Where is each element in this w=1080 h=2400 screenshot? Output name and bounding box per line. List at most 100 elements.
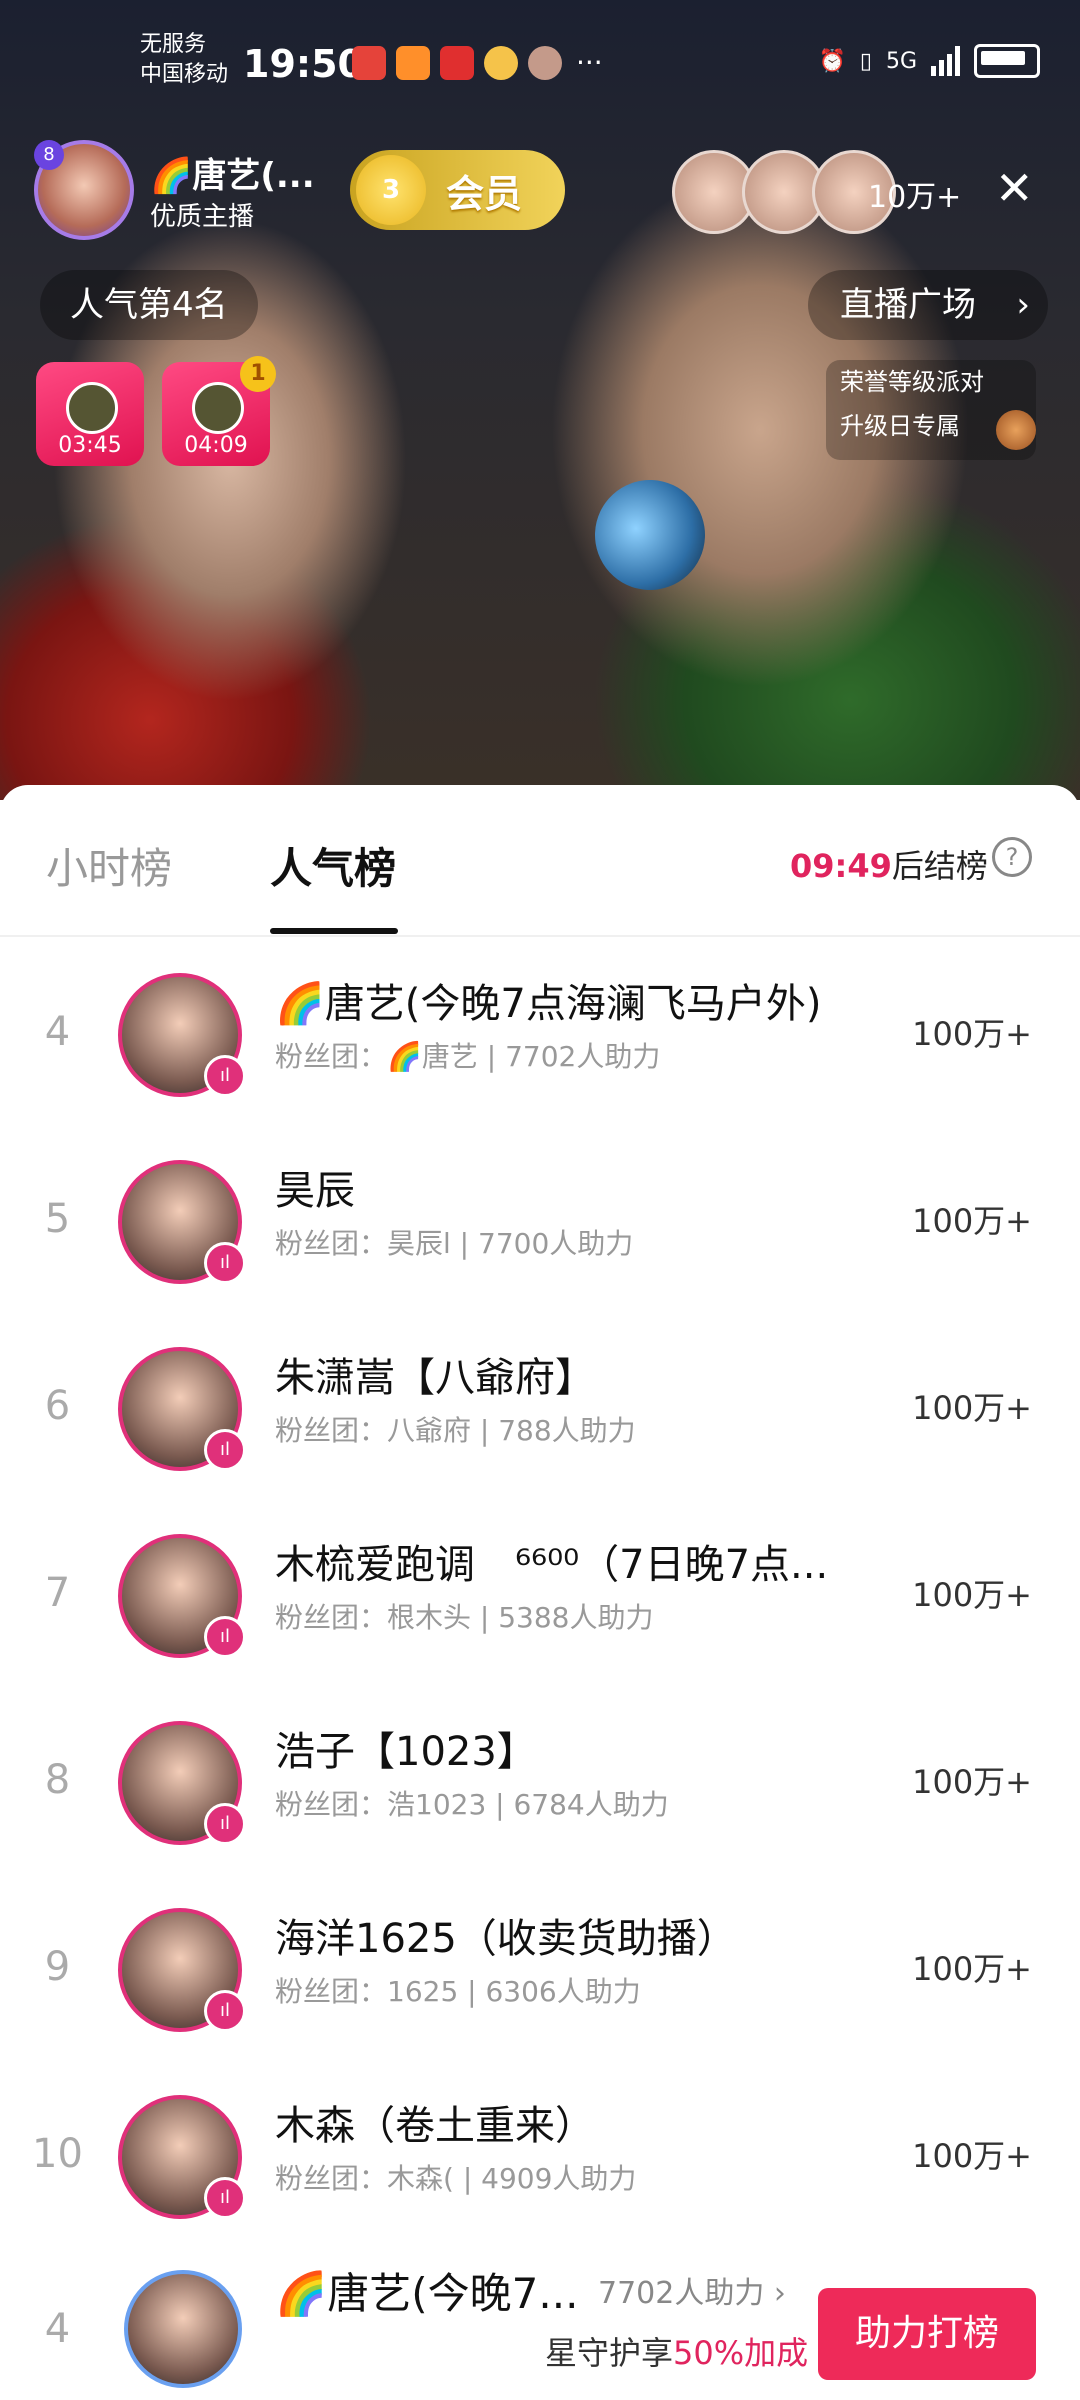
support-count-link[interactable]: 7702人助力 › [598,2268,786,2312]
close-icon[interactable]: ✕ [995,163,1034,213]
countdown-time: 09:49 [790,847,892,885]
ranking-tabs: 小时榜 人气榜 09:49后结榜 ? [0,785,1080,937]
live-plaza-button[interactable]: 直播广场 › [808,270,1048,340]
table-row[interactable]: 5 ıl 昊辰 粉丝团：昊辰l | 7700人助力 100万+ [0,1152,1080,1339]
tip-highlight: 50%加成 [673,2334,809,2372]
level-icon: ıl [204,1990,246,2032]
app-notification-icon [484,46,518,80]
avatar[interactable]: ıl [118,1721,246,1845]
avatar[interactable]: ıl [118,1908,246,2032]
level-icon: ıl [204,1803,246,1845]
viewer-avatars[interactable] [672,150,896,234]
system-indicators: ⏰ ▯ 5G [818,44,1040,78]
table-row[interactable]: 9 ıl 海洋1625（收卖货助播） 粉丝团：1625 | 6306人助力 10… [0,1900,1080,2087]
chevron-right-icon: › [1016,285,1030,325]
table-row[interactable]: 8 ıl 浩子【1023】 粉丝团：浩1023 | 6784人助力 100万+ [0,1713,1080,1900]
avatar[interactable]: ıl [118,1347,246,1471]
fan-club-info: 粉丝团：1625 | 6306人助力 [275,1975,641,2008]
shopping-app-icon-2 [440,46,474,80]
rank-number: 7 [44,1570,71,1616]
viewer-count[interactable]: 10万+ [868,172,961,216]
battery-icon [974,44,1040,78]
alarm-icon: ⏰ [818,48,846,74]
popularity-value: 100万+ [912,1576,1032,1614]
avatar[interactable]: ıl [118,2095,246,2219]
huawei-app-icon [352,46,386,80]
heart-icon: 3 [356,155,426,225]
table-row[interactable]: 7 ıl 木梳爱跑调 ⁶⁶⁰⁰（7日晚7点... 粉丝团：根木头 | 5388人… [0,1526,1080,1713]
fans-club-button[interactable]: 3 会员 [350,150,565,230]
gift-count-badge: 1 [240,356,276,392]
level-icon: ıl [204,1055,246,1097]
tab-popular[interactable]: 人气榜 [270,835,396,896]
rank-number: 10 [32,2131,83,2177]
rank-number: 4 [44,1009,71,1055]
rank-number: 9 [44,1944,71,1990]
carrier-line2: 中国移动 [140,62,229,87]
avatar[interactable] [124,2270,242,2388]
carrier-line1: 无服务 [140,32,207,57]
table-row[interactable]: 6 ıl 朱潇嵩【八爺府】 粉丝团：八爺府 | 788人助力 100万+ [0,1339,1080,1526]
signal-icon [931,46,960,76]
avatar-notification-icon [528,46,562,80]
streamer-name: 昊辰 [275,1168,355,1214]
fan-club-info: 粉丝团：昊辰l | 7700人助力 [275,1227,634,1260]
gift-timer: 03:45 [58,433,122,458]
countdown: 09:49后结榜 [790,841,988,887]
vip-label: 会员 [446,171,523,216]
fan-club-info: 粉丝团：🌈唐艺 | 7702人助力 [275,1040,661,1073]
streamer-name: 🌈唐艺(今晚7点海澜飞马户外) [275,981,822,1027]
popularity-value: 100万+ [912,1763,1032,1801]
table-row[interactable]: 4 ıl 🌈唐艺(今晚7点海澜飞马户外) 粉丝团：🌈唐艺 | 7702人助力 1… [0,965,1080,1152]
avatar[interactable]: ıl [118,973,246,1097]
host-level-badge: 8 [34,140,64,170]
fan-club-info: 粉丝团：八爺府 | 788人助力 [275,1414,636,1447]
tip-prefix: 星守护享 [545,2334,674,2372]
carrier-info: 无服务 中国移动 [140,30,228,90]
more-notifications-icon: ··· [576,46,603,79]
host-name[interactable]: 🌈唐艺(... [150,148,315,197]
honor-party-promo[interactable]: 荣誉等级派对 升级日专属 [826,360,1036,460]
gift-timer: 04:09 [184,433,248,458]
status-bar: 无服务 中国移动 19:50 ··· ⏰ ▯ 5G [0,0,1080,110]
promo-line1: 荣誉等级派对 [840,368,984,396]
rank-number: 4 [44,2306,71,2352]
level-icon: ıl [204,2177,246,2219]
rank-number: 8 [44,1757,71,1803]
popularity-value: 100万+ [912,1389,1032,1427]
clock: 19:50 [243,42,364,86]
help-icon[interactable]: ? [992,837,1032,877]
fan-club-info: 粉丝团：根木头 | 5388人助力 [275,1601,654,1634]
streamer-name: 海洋1625（收卖货助播） [275,1916,737,1962]
guard-bonus-tip: 星守护享50%加成 [545,2328,808,2374]
gift-avatar-icon [192,382,244,434]
current-host-footer: 4 🌈唐艺(今晚7... 7702人助力 › 星守护享50%加成 助力打榜 [0,2240,1080,2400]
host-tag: 优质主播 [150,202,255,232]
streamer-name: 木梳爱跑调 ⁶⁶⁰⁰（7日晚7点... [275,1542,829,1588]
popularity-value: 100万+ [912,1202,1032,1240]
coin-icon [996,410,1036,450]
boost-ranking-button[interactable]: 助力打榜 [818,2288,1036,2380]
popularity-value: 100万+ [912,1950,1032,1988]
vibrate-icon: ▯ [859,48,872,74]
avatar[interactable]: ıl [118,1534,246,1658]
gift-avatar-icon [66,382,118,434]
countdown-suffix: 后结榜 [891,847,988,885]
notification-icons: ··· [352,46,603,80]
gift-box-2[interactable]: 04:09 1 [162,356,276,466]
streamer-name: 木森（卷土重来） [275,2103,595,2149]
host-info[interactable]: 8 🌈唐艺(... 优质主播 [34,140,334,240]
tab-hourly[interactable]: 小时榜 [46,835,172,896]
level-icon: ıl [204,1616,246,1658]
ranking-sheet: 小时榜 人气榜 09:49后结榜 ? 4 ıl 🌈唐艺(今晚7点海澜飞马户外) … [0,785,1080,2400]
active-tab-indicator [270,928,398,934]
fans-level: 3 [381,175,401,205]
fan-club-info: 粉丝团：木森( | 4909人助力 [275,2162,637,2195]
avatar[interactable]: ıl [118,1160,246,1284]
fan-club-info: 粉丝团：浩1023 | 6784人助力 [275,1788,669,1821]
streamer-name: 🌈唐艺(今晚7... [275,2269,579,2318]
network-label: 5G [885,48,917,74]
gift-box-1[interactable]: 03:45 [36,362,144,466]
streamer-name: 浩子【1023】 [275,1729,537,1775]
popularity-rank-badge[interactable]: 人气第4名 [40,270,258,340]
